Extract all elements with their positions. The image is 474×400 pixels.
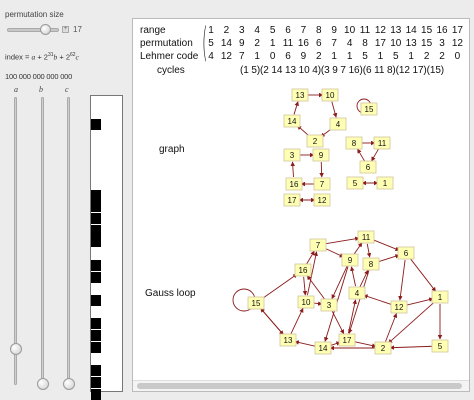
svg-text:6: 6 [404,249,409,258]
graph-canvas: 1234567891011121314151617123456789101112… [232,88,449,355]
svg-text:9: 9 [348,256,353,265]
graph-edge [363,294,393,306]
cycle-graph-node-3: 3 [283,148,301,162]
gauss-loop-node-4: 4 [348,286,366,300]
demonstration-window: permutation size + 17 index = a + 231b +… [0,0,474,400]
svg-text:3: 3 [327,301,332,310]
cycle-graph-node-7: 7 [313,177,331,191]
graph-edge [290,307,304,334]
svg-text:1: 1 [438,293,443,302]
graph-edge [261,273,298,300]
svg-text:12: 12 [395,303,404,312]
svg-text:7: 7 [316,241,321,250]
gauss-loop-node-11: 11 [357,230,375,244]
svg-text:10: 10 [326,91,335,100]
cycle-graph-node-4: 4 [329,117,347,131]
graph-edge [389,345,434,350]
svg-text:13: 13 [284,336,293,345]
svg-text:13: 13 [296,91,305,100]
svg-text:8: 8 [369,260,374,269]
cycle-graph-node-5: 5 [346,176,364,190]
cycle-graph-node-6: 6 [359,160,377,174]
gauss-loop-node-6: 6 [397,246,415,260]
graph-edge [398,259,406,301]
svg-text:9: 9 [319,151,324,160]
svg-text:11: 11 [378,139,387,148]
graph-edge [366,243,372,258]
graph-edge [306,250,315,265]
graph-edge [331,101,338,118]
cycle-graph-node-8: 8 [345,136,363,150]
svg-text:5: 5 [438,342,443,351]
gauss-loop-node-13: 13 [279,333,297,347]
graph-edge [260,308,284,336]
graph-edge [293,101,299,115]
svg-text:4: 4 [355,289,360,298]
gauss-loop-node-12: 12 [390,300,408,314]
svg-text:4: 4 [336,120,341,129]
svg-text:15: 15 [365,105,374,114]
svg-text:10: 10 [302,298,311,307]
graph-edge [324,247,345,258]
svg-text:8: 8 [352,139,357,148]
graph-edge [324,236,360,245]
gauss-loop-node-1: 1 [431,290,449,304]
graph-edge [377,254,400,263]
cycle-graph-node-13: 13 [291,88,309,102]
svg-text:14: 14 [319,344,328,353]
cycle-graph-node-14: 14 [283,114,301,128]
svg-text:3: 3 [290,151,295,160]
gauss-loop-node-8: 8 [362,257,380,271]
graph-edge [405,297,434,306]
graph-edge [350,266,356,287]
graph-edge [357,148,365,162]
graph-edge [319,161,324,178]
gauss-loop-node-17: 17 [338,333,356,347]
graph-edge [409,258,437,292]
gauss-loop-node-14: 14 [314,341,332,355]
graph-edge [371,148,379,162]
cycle-graph-node-15: 15 [360,102,378,116]
cycle-graph-node-16: 16 [285,177,303,191]
graph-edge [331,311,345,335]
gauss-loop-node-15: 15 [247,296,265,310]
svg-text:2: 2 [313,137,318,146]
graph-edge [294,340,317,347]
cycle-graph-node-12: 12 [313,193,331,207]
svg-text:14: 14 [288,117,297,126]
gauss-loop-node-3: 3 [320,298,338,312]
svg-text:17: 17 [288,196,297,205]
gauss-loop-node-10: 10 [297,295,315,309]
svg-text:6: 6 [366,163,371,172]
graph-edge [290,161,296,178]
cycle-graph-node-2: 2 [306,134,324,148]
cycle-graph-node-1: 1 [376,176,394,190]
svg-text:16: 16 [299,266,308,275]
cycle-graph-node-11: 11 [373,136,391,150]
graph-edge [353,341,377,348]
svg-text:7: 7 [320,180,325,189]
graph-edge [302,276,308,296]
svg-text:15: 15 [252,299,261,308]
svg-text:11: 11 [362,233,371,242]
gauss-loop-node-16: 16 [294,263,312,277]
gauss-loop-node-7: 7 [309,238,327,252]
gauss-loop-node-9: 9 [341,253,359,267]
gauss-loop-node-2: 2 [374,341,392,355]
graph-edge [353,242,363,255]
cycle-graph-node-17: 17 [283,193,301,207]
cycle-graph-node-9: 9 [312,148,330,162]
svg-text:5: 5 [353,179,358,188]
svg-text:2: 2 [381,344,386,353]
cycle-graph-node-10: 10 [321,88,339,102]
graph-edge [348,270,370,334]
svg-text:1: 1 [383,179,388,188]
svg-text:17: 17 [343,336,352,345]
svg-text:12: 12 [318,196,327,205]
gauss-loop-node-5: 5 [431,339,449,353]
graph-edge [372,239,400,251]
svg-text:16: 16 [290,180,299,189]
